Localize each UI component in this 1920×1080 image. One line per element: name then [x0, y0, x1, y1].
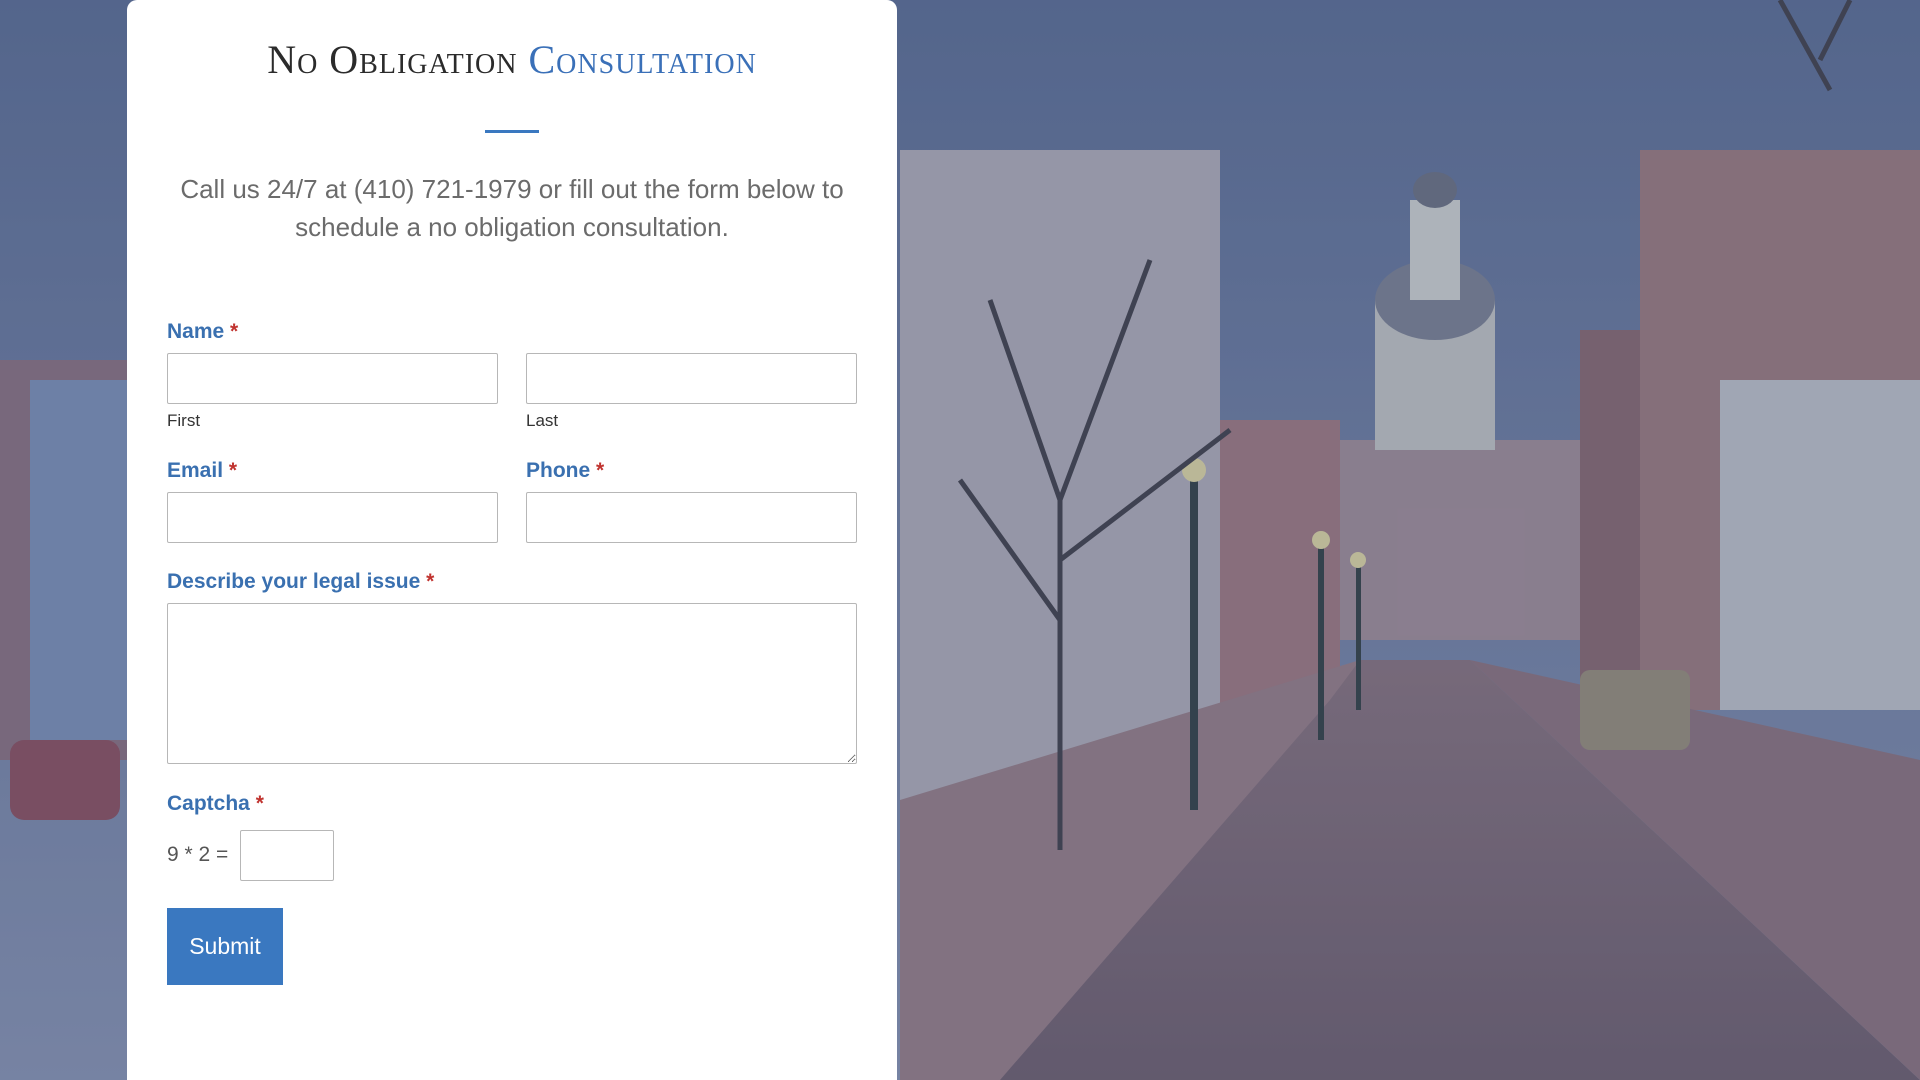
form-title: No Obligation Consultation — [127, 36, 897, 83]
captcha-question: 9 * 2 = — [167, 843, 229, 866]
name-required-marker: * — [230, 320, 239, 343]
phone-required-marker: * — [596, 459, 605, 482]
legal-issue-label-text: Describe your legal issue — [167, 570, 421, 593]
legal-issue-label: Describe your legal issue * — [167, 570, 434, 594]
legal-issue-required-marker: * — [426, 570, 435, 593]
name-label-text: Name — [167, 320, 225, 343]
name-label: Name * — [167, 320, 238, 344]
form-title-part2: Consultation — [528, 37, 757, 82]
phone-label-text: Phone — [526, 459, 591, 482]
form-title-part1: No Obligation — [267, 37, 518, 82]
email-label: Email * — [167, 459, 237, 483]
last-name-sublabel: Last — [526, 411, 559, 430]
email-label-text: Email — [167, 459, 224, 482]
legal-issue-textarea[interactable] — [167, 603, 857, 764]
submit-button[interactable]: Submit — [167, 908, 283, 985]
phone-input[interactable] — [526, 492, 857, 543]
captcha-input[interactable] — [240, 830, 334, 881]
last-name-input[interactable] — [526, 353, 857, 404]
first-name-input[interactable] — [167, 353, 498, 404]
first-name-sublabel: First — [167, 411, 201, 430]
title-divider — [485, 130, 539, 133]
captcha-label: Captcha * — [167, 792, 264, 816]
phone-label: Phone * — [526, 459, 604, 483]
email-input[interactable] — [167, 492, 498, 543]
page: No Obligation Consultation Call us 24/7 … — [0, 0, 1920, 1080]
email-required-marker: * — [228, 459, 238, 482]
captcha-label-text: Captcha — [167, 792, 250, 815]
consultation-form-card: No Obligation Consultation Call us 24/7 … — [127, 0, 897, 1080]
captcha-required-marker: * — [255, 792, 264, 815]
intro-text: Call us 24/7 at (410) 721-1979 or fill o… — [180, 174, 844, 242]
